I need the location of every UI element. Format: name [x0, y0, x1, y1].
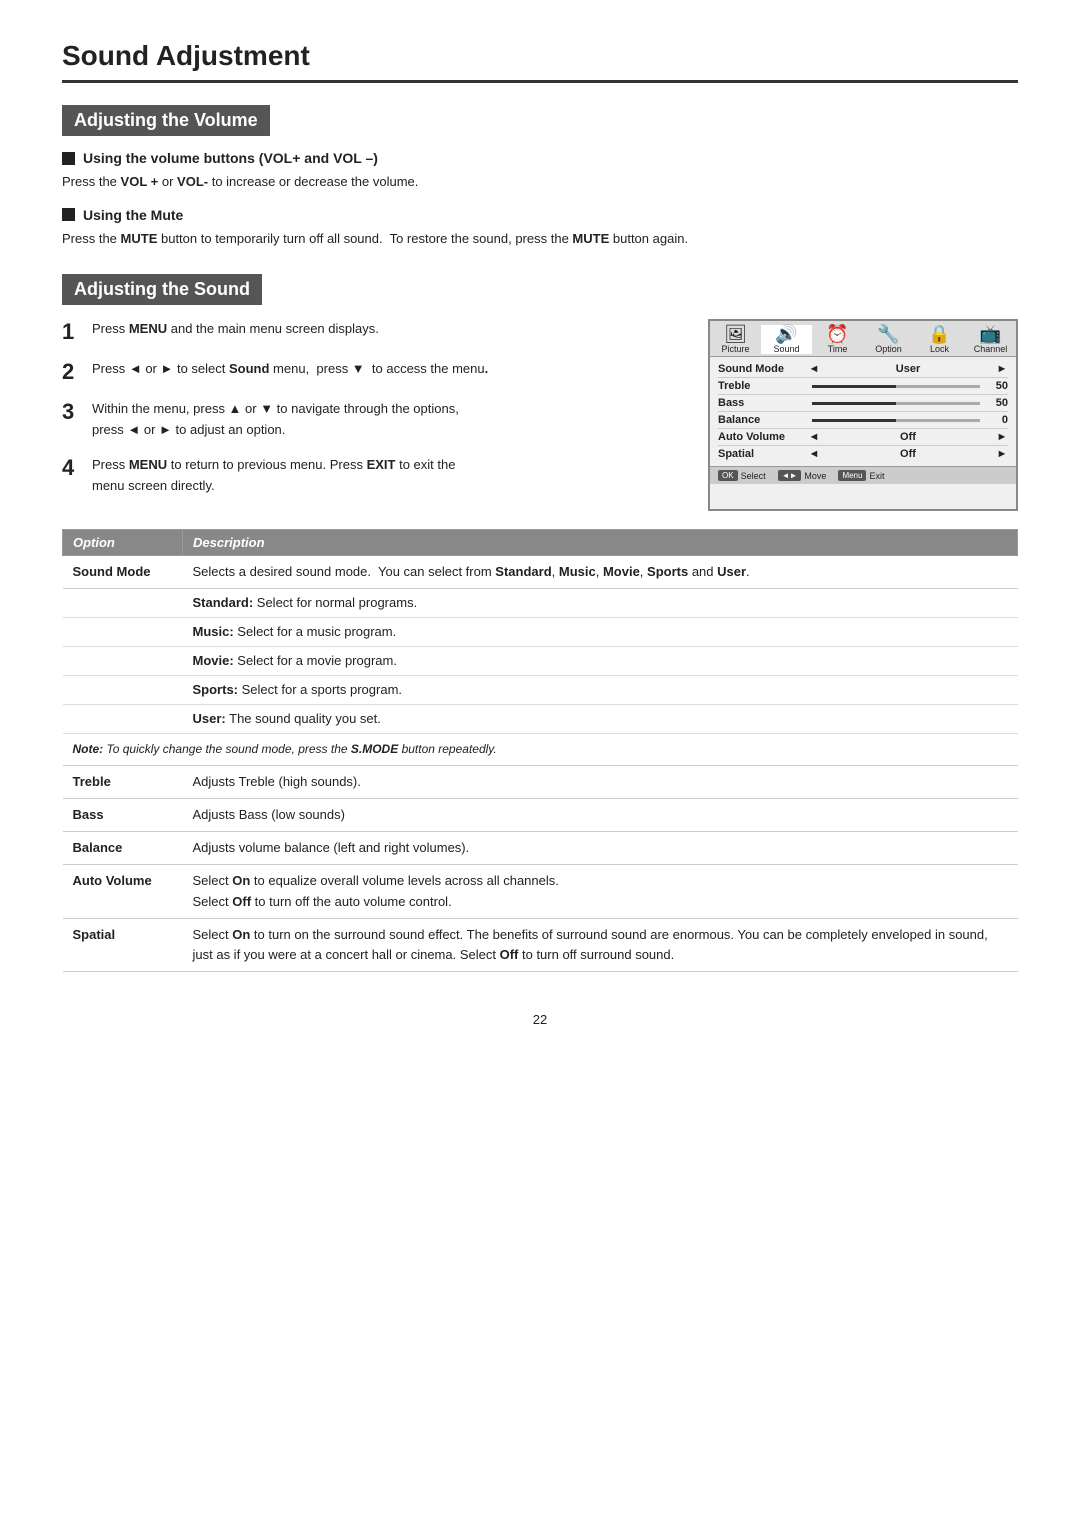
subsection-vol-buttons-title: Using the volume buttons (VOL+ and VOL –…: [62, 150, 1018, 166]
picture-icon: 🖼: [710, 325, 761, 345]
bullet-square-icon: [62, 152, 75, 165]
tv-row-treble: Treble 50: [718, 378, 1008, 395]
page-title: Sound Adjustment: [62, 40, 1018, 83]
table-row-standard: Standard: Select for normal programs.: [63, 588, 1018, 617]
col-header-description: Description: [183, 529, 1018, 555]
section-volume: Adjusting the Volume Using the volume bu…: [62, 105, 1018, 250]
step-text-2: Press ◄ or ► to select Sound menu, press…: [92, 359, 488, 385]
table-row-treble: Treble Adjusts Treble (high sounds).: [63, 766, 1018, 799]
step-number-2: 2: [62, 359, 80, 385]
table-row-spatial: Spatial Select On to turn on the surroun…: [63, 918, 1018, 971]
option-icon: 🔧: [863, 325, 914, 345]
step-text-1: Press MENU and the main menu screen disp…: [92, 319, 379, 345]
section-sound: Adjusting the Sound 1 Press MENU and the…: [62, 274, 1018, 972]
table-row-movie: Movie: Select for a movie program.: [63, 646, 1018, 675]
step-4: 4 Press MENU to return to previous menu.…: [62, 455, 684, 497]
option-label-sound-mode: Sound Mode: [63, 555, 183, 588]
table-row-auto-volume: Auto Volume Select On to equalize overal…: [63, 865, 1018, 918]
tv-row-sound-mode: Sound Mode ◄ User ►: [718, 361, 1008, 378]
step-text-3: Within the menu, press ▲ or ▼ to navigat…: [92, 399, 459, 441]
steps-list: 1 Press MENU and the main menu screen di…: [62, 319, 684, 511]
subsection-mute-content: Press the MUTE button to temporarily tur…: [62, 229, 1018, 250]
tv-row-bass: Bass 50: [718, 395, 1008, 412]
step-text-4: Press MENU to return to previous menu. P…: [92, 455, 455, 497]
step-number-4: 4: [62, 455, 80, 497]
lock-icon: 🔒: [914, 325, 965, 345]
subsection-mute-title: Using the Mute: [62, 207, 1018, 223]
sound-icon: 🔊: [761, 325, 812, 345]
subsection-vol-buttons-content: Press the VOL + or VOL- to increase or d…: [62, 172, 1018, 193]
tv-icon-option: 🔧 Option: [863, 325, 914, 355]
table-row-sports: Sports: Select for a sports program.: [63, 676, 1018, 705]
tv-icon-sound: 🔊 Sound: [761, 325, 812, 355]
tv-icon-picture: 🖼 Picture: [710, 325, 761, 355]
tv-icon-time: ⏰ Time: [812, 325, 863, 355]
step-2: 2 Press ◄ or ► to select Sound menu, pre…: [62, 359, 684, 385]
table-row-user: User: The sound quality you set.: [63, 705, 1018, 734]
step-number-3: 3: [62, 399, 80, 441]
channel-icon: 📺: [965, 325, 1016, 345]
step-3: 3 Within the menu, press ▲ or ▼ to navig…: [62, 399, 684, 441]
step-number-1: 1: [62, 319, 80, 345]
tv-menu-rows: Sound Mode ◄ User ► Treble 50 Bass: [710, 357, 1016, 466]
page-number: 22: [62, 1012, 1018, 1027]
bullet-square-icon-2: [62, 208, 75, 221]
step-1: 1 Press MENU and the main menu screen di…: [62, 319, 684, 345]
tv-row-auto-volume: Auto Volume ◄ Off ►: [718, 429, 1008, 446]
tv-row-balance: Balance 0: [718, 412, 1008, 429]
tv-row-spatial: Spatial ◄ Off ►: [718, 446, 1008, 462]
table-row-bass: Bass Adjusts Bass (low sounds): [63, 799, 1018, 832]
table-row-note: Note: To quickly change the sound mode, …: [63, 734, 1018, 766]
tv-icons-row: 🖼 Picture 🔊 Sound ⏰ Time 🔧 Option 🔒: [710, 321, 1016, 358]
table-row-sound-mode: Sound Mode Selects a desired sound mode.…: [63, 555, 1018, 588]
table-row-music: Music: Select for a music program.: [63, 617, 1018, 646]
option-desc-sound-mode: Selects a desired sound mode. You can se…: [183, 555, 1018, 588]
tv-icon-lock: 🔒 Lock: [914, 325, 965, 355]
tv-bottom-bar: OK Select ◄► Move Menu Exit: [710, 466, 1016, 484]
table-row-balance: Balance Adjusts volume balance (left and…: [63, 832, 1018, 865]
section-volume-header: Adjusting the Volume: [62, 105, 270, 136]
tv-screen-mockup: 🖼 Picture 🔊 Sound ⏰ Time 🔧 Option 🔒: [708, 319, 1018, 511]
col-header-option: Option: [63, 529, 183, 555]
section-sound-header: Adjusting the Sound: [62, 274, 262, 305]
time-icon: ⏰: [812, 325, 863, 345]
tv-icon-channel: 📺 Channel: [965, 325, 1016, 355]
steps-and-screen: 1 Press MENU and the main menu screen di…: [62, 319, 1018, 511]
options-table: Option Description Sound Mode Selects a …: [62, 529, 1018, 972]
